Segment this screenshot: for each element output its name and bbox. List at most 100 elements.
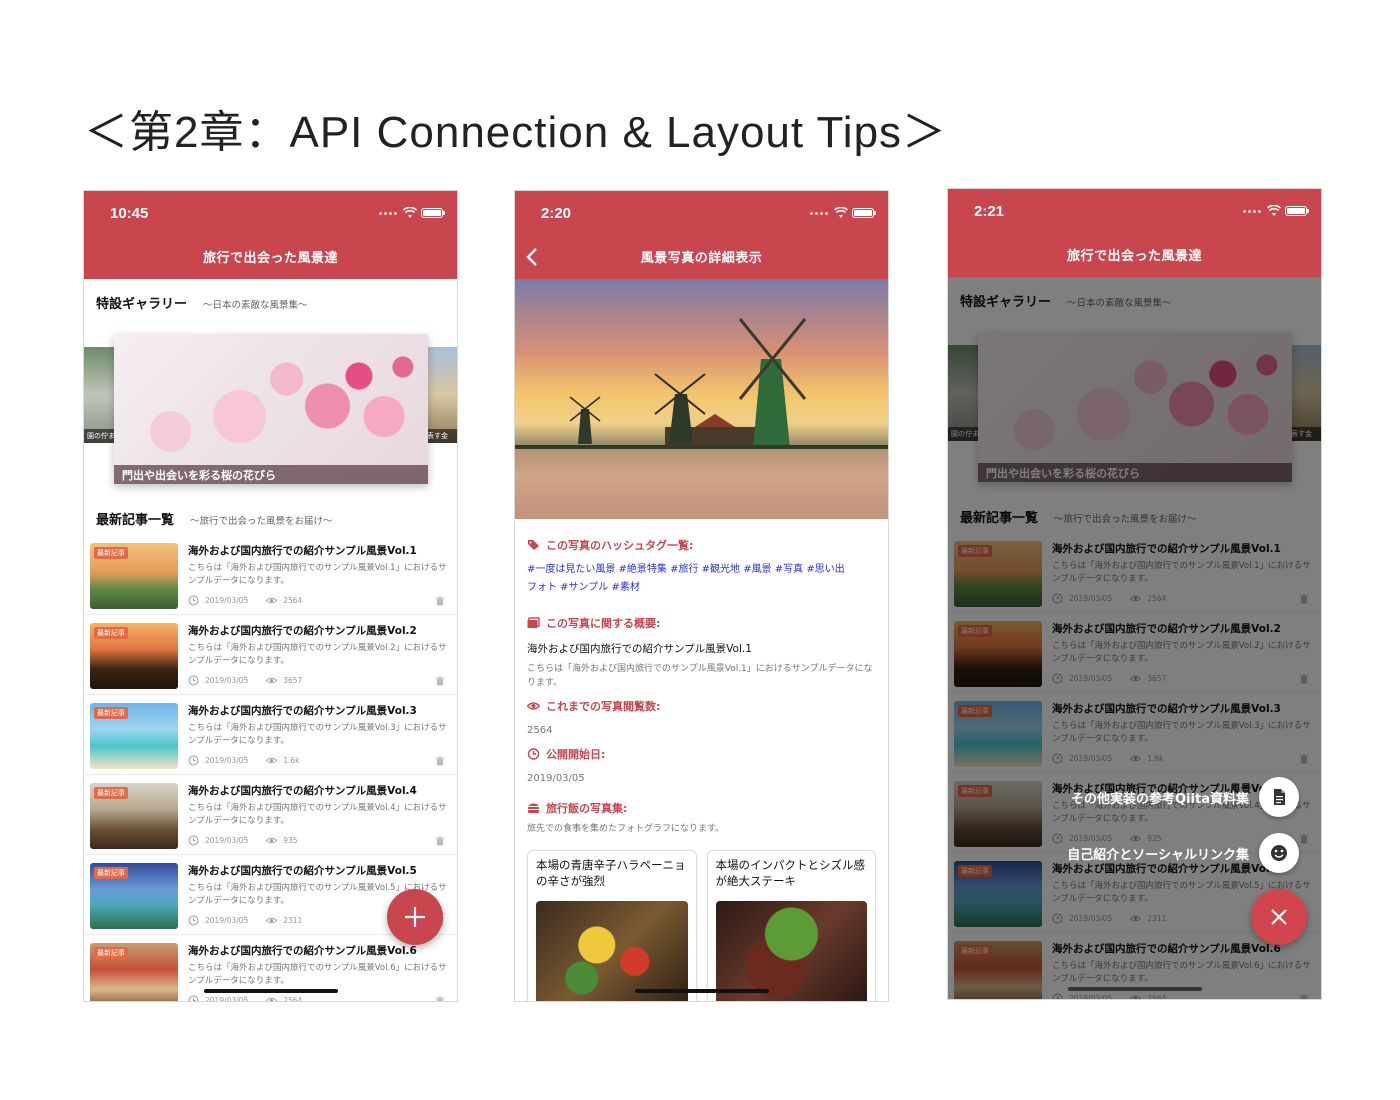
clock-icon	[188, 835, 199, 846]
article-list-item[interactable]: 最新記事 海外および国内旅行での紹介サンプル風景Vol.1 こちらは「海外および国内…	[84, 535, 457, 615]
gallery-main-card[interactable]: 門出や出会いを彩る桜の花びら	[114, 334, 428, 484]
hero-photo	[515, 279, 888, 519]
close-fab-button[interactable]	[1251, 889, 1307, 945]
article-views: 2564	[283, 996, 303, 1002]
trash-icon[interactable]	[435, 756, 445, 766]
article-description: こちらは「海外および国内旅行でのサンプル風景Vol.1」におけるサンプルデータに…	[188, 563, 447, 586]
page-heading: ＜第2章：API Connection & Layout Tips＞	[84, 108, 948, 157]
food-label: 旅行飯の写真集:	[527, 800, 876, 816]
photo-icon	[527, 617, 540, 628]
clock-icon	[527, 748, 540, 760]
article-list-item[interactable]: 最新記事 海外および国内旅行での紹介サンプル風景Vol.4 こちらは「海外および国内…	[84, 775, 457, 855]
article-thumbnail: 最新記事	[90, 623, 178, 689]
phone-list-screen: 10:45 旅行で出会った風景達 特設ギャラリー 〜日本の素敵な風景集〜 園の佇…	[83, 190, 458, 1002]
home-indicator[interactable]	[203, 989, 338, 993]
new-badge: 最新記事	[94, 547, 128, 559]
dim-overlay[interactable]	[948, 277, 1321, 999]
article-body: 海外および国内旅行での紹介サンプル風景Vol.6 こちらは「海外および国内旅行での…	[188, 943, 451, 1003]
clock-icon	[188, 755, 199, 766]
eye-icon	[266, 677, 278, 684]
food-card[interactable]: 本場のインパクトとシズル感が絶大ステーキ	[706, 850, 876, 1001]
article-views: 935	[283, 836, 298, 845]
summary-label: この写真に関する概要:	[527, 615, 876, 631]
gallery-title: 特設ギャラリー	[96, 297, 188, 312]
clock-icon	[188, 595, 199, 606]
food-card-title: 本場のインパクトとシズル感が絶大ステーキ	[715, 858, 866, 888]
speed-dial-item-profile[interactable]: 自己紹介とソーシャルリンク集	[1067, 833, 1299, 873]
plus-icon	[405, 907, 425, 927]
summary-label-text: この写真に関する概要:	[546, 617, 661, 630]
trash-icon[interactable]	[435, 836, 445, 846]
food-card-row[interactable]: 本場の青唐辛子ハラペーニョの辛さが強烈 本場のインパクトとシズル感が絶大ステーキ	[527, 850, 876, 1001]
wifi-icon	[403, 207, 417, 218]
trash-icon[interactable]	[435, 596, 445, 606]
clock-icon	[188, 915, 199, 926]
add-fab-button[interactable]	[387, 889, 443, 945]
home-indicator[interactable]	[634, 989, 769, 993]
app-bar-title: 風景写真の詳細表示	[640, 251, 763, 266]
article-thumbnail: 最新記事	[90, 543, 178, 609]
food-card-image	[536, 901, 688, 1001]
hashtag-list[interactable]: #一度は見たい風景 #絶景特集 #旅行 #観光地 #風景 #写真 #思い出 フォ…	[527, 561, 876, 597]
hashtag-line[interactable]: #一度は見たい風景 #絶景特集 #旅行 #観光地 #風景 #写真 #思い出	[527, 561, 876, 579]
eye-icon	[527, 702, 540, 710]
status-icons	[1243, 205, 1309, 217]
gallery-carousel[interactable]: 園の佇ま を表す金 門出や出会いを彩る桜の花びら	[84, 317, 457, 505]
battery-icon	[852, 208, 876, 218]
speed-dial-label[interactable]: その他実装の参考Qiita資料集	[1071, 788, 1249, 807]
eye-icon	[266, 997, 278, 1001]
hashtag-line[interactable]: フォト #サンプル #素材	[527, 579, 876, 597]
wifi-icon	[1267, 205, 1281, 216]
article-views: 2564	[283, 596, 303, 605]
signal-icon	[810, 211, 828, 215]
battery-icon	[1285, 206, 1309, 216]
trash-icon[interactable]	[435, 996, 445, 1003]
app-bar: 2:21 旅行で出会った風景達	[948, 189, 1321, 277]
detail-body: この写真のハッシュタグ一覧: #一度は見たい風景 #絶景特集 #旅行 #観光地 …	[515, 519, 888, 1001]
article-date: 2019/03/05	[205, 756, 249, 765]
article-body: 海外および国内旅行での紹介サンプル風景Vol.3 こちらは「海外および国内旅行での…	[188, 703, 451, 774]
article-date: 2019/03/05	[205, 676, 249, 685]
article-meta: 2019/03/05 935	[188, 835, 445, 846]
speed-dial-label[interactable]: 自己紹介とソーシャルリンク集	[1067, 844, 1249, 863]
article-thumbnail: 最新記事	[90, 863, 178, 929]
smiley-icon	[1271, 845, 1287, 861]
latest-title: 最新記事一覧	[96, 513, 175, 528]
article-description: こちらは「海外および国内旅行でのサンプル風景Vol.4」におけるサンプルデータに…	[188, 803, 447, 826]
summary-text: こちらは「海外および国内旅行でのサンプル風景Vol.1」におけるサンプルデータに…	[527, 664, 873, 688]
battery-icon	[421, 208, 445, 218]
food-label-text: 旅行飯の写真集:	[546, 802, 628, 815]
summary-title: 海外および国内旅行での紹介サンプル風景Vol.1	[527, 643, 752, 655]
article-description: こちらは「海外および国内旅行でのサンプル風景Vol.3」におけるサンプルデータに…	[188, 723, 447, 746]
smiley-button[interactable]	[1259, 833, 1299, 873]
food-card[interactable]: 本場の青唐辛子ハラペーニョの辛さが強烈	[527, 850, 697, 1001]
article-body: 海外および国内旅行での紹介サンプル風景Vol.2 こちらは「海外および国内旅行での…	[188, 623, 451, 694]
hashtag-label-text: この写真のハッシュタグ一覧:	[546, 539, 694, 552]
article-title: 海外および国内旅行での紹介サンプル風景Vol.5	[188, 865, 417, 877]
gallery-caption: 門出や出会いを彩る桜の花びら	[114, 465, 428, 484]
document-button[interactable]	[1259, 777, 1299, 817]
article-views: 1.6k	[283, 756, 300, 765]
status-time: 10:45	[110, 205, 149, 222]
signal-icon	[1243, 209, 1261, 213]
article-title: 海外および国内旅行での紹介サンプル風景Vol.4	[188, 785, 417, 797]
article-thumbnail: 最新記事	[90, 943, 178, 1001]
article-date: 2019/03/05	[205, 916, 249, 925]
article-body: 海外および国内旅行での紹介サンプル風景Vol.1 こちらは「海外および国内旅行での…	[188, 543, 451, 614]
home-indicator[interactable]	[1067, 987, 1202, 991]
views-label: これまでの写真閲覧数:	[527, 698, 876, 714]
hashtag-label: この写真のハッシュタグ一覧:	[527, 537, 876, 553]
article-meta: 2019/03/05 3657	[188, 675, 445, 686]
article-meta: 2019/03/05 1.6k	[188, 755, 445, 766]
eye-icon	[266, 757, 278, 764]
phone-detail-screen: 2:20 風景写真の詳細表示 この写真のハッシュタグ一覧: #一度は見たい風景 …	[514, 190, 889, 1002]
app-bar: 10:45 旅行で出会った風景達	[84, 191, 457, 279]
document-icon	[1274, 789, 1285, 805]
trash-icon[interactable]	[435, 676, 445, 686]
article-meta: 2019/03/05 2564	[188, 595, 445, 606]
speed-dial-item-qiita[interactable]: その他実装の参考Qiita資料集	[1071, 777, 1299, 817]
date-value: 2019/03/05	[527, 773, 585, 784]
article-date: 2019/03/05	[205, 996, 249, 1002]
article-list-item[interactable]: 最新記事 海外および国内旅行での紹介サンプル風景Vol.2 こちらは「海外および国内…	[84, 615, 457, 695]
article-list-item[interactable]: 最新記事 海外および国内旅行での紹介サンプル風景Vol.3 こちらは「海外および国内…	[84, 695, 457, 775]
